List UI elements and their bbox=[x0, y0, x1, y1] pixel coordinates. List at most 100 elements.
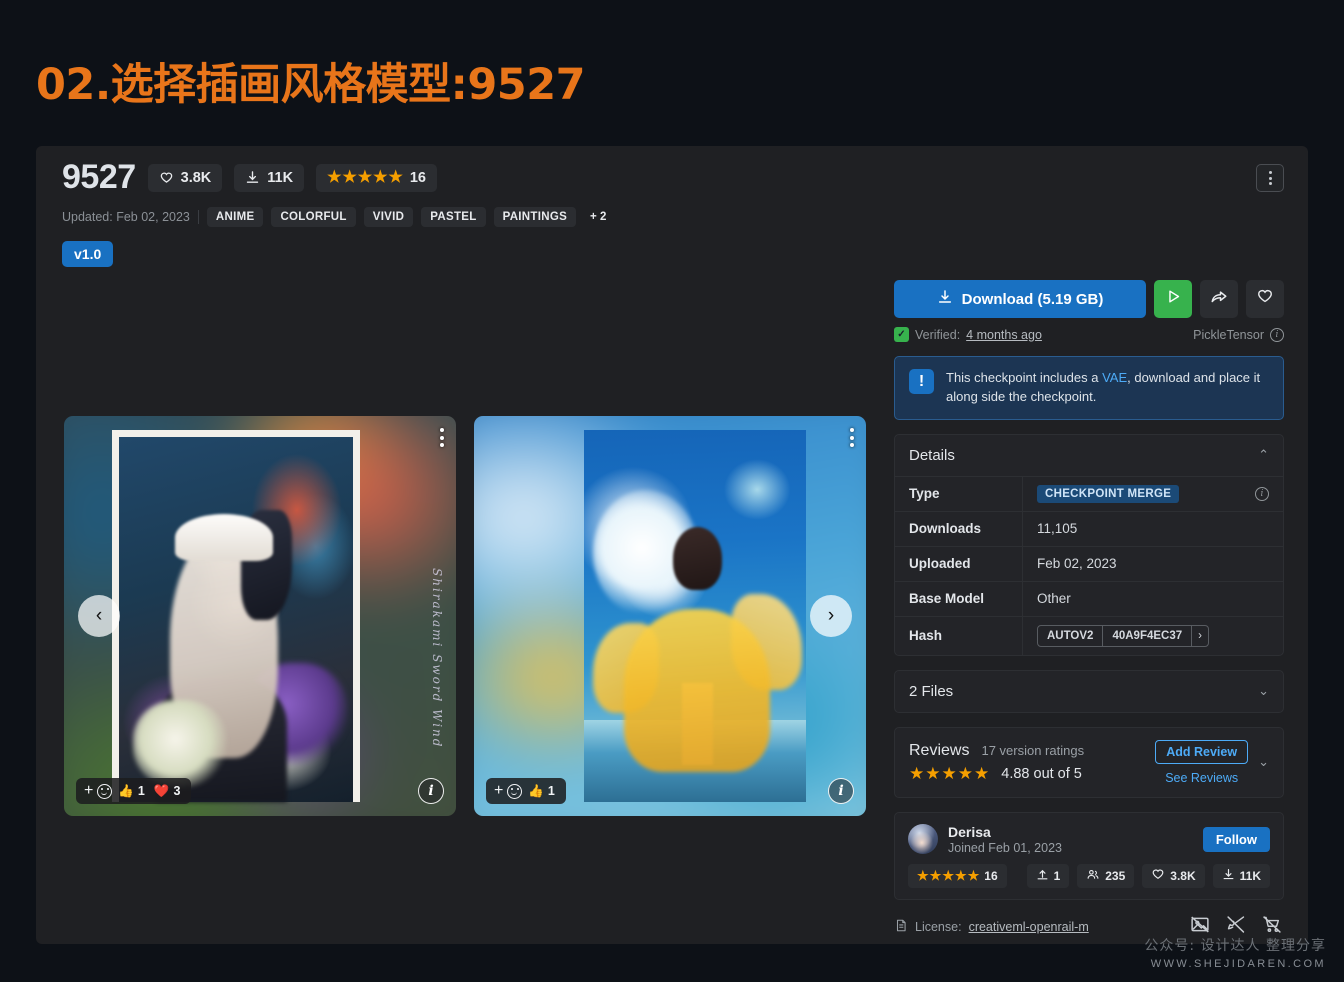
author-downloads-stat[interactable]: 11K bbox=[1212, 863, 1270, 888]
emoji-picker-icon[interactable] bbox=[97, 783, 113, 799]
reaction-heart[interactable]: ❤️ 3 bbox=[151, 784, 184, 799]
play-icon bbox=[1165, 288, 1182, 310]
details-row-type: Type CHECKPOINT MERGE i bbox=[895, 475, 1283, 511]
gallery-prev-button[interactable]: ‹ bbox=[78, 595, 120, 637]
type-badge[interactable]: CHECKPOINT MERGE bbox=[1037, 484, 1180, 503]
star-icon: ★ bbox=[974, 764, 990, 784]
kebab-dot bbox=[850, 428, 854, 432]
license-label: License: bbox=[915, 919, 962, 934]
vae-link[interactable]: VAE bbox=[1102, 370, 1127, 385]
reviews-score: 4.88 out of 5 bbox=[1001, 765, 1082, 782]
star-icon: ★ bbox=[942, 868, 954, 884]
chevron-down-icon: ⌄ bbox=[1258, 683, 1269, 699]
gallery-next-button[interactable]: › bbox=[810, 595, 852, 637]
image-gallery: Shirakami Sword Wind ‹ + 👍 1 ❤️ 3 i › + … bbox=[64, 416, 866, 816]
see-reviews-link[interactable]: See Reviews bbox=[1165, 771, 1238, 785]
gallery-image-1-options-button[interactable] bbox=[440, 428, 444, 447]
star-icon: ★ bbox=[941, 764, 957, 784]
rating-stat[interactable]: ★ ★ ★ ★ ★ 16 bbox=[316, 163, 437, 192]
gallery-image-2-options-button[interactable] bbox=[850, 428, 854, 447]
chevron-right-icon[interactable]: › bbox=[1192, 626, 1208, 646]
model-title: 9527 bbox=[62, 158, 136, 196]
details-panel-header[interactable]: Details ⌃ bbox=[895, 435, 1283, 476]
watermark: 公众号: 设计达人 整理分享 WWW.SHEJIDAREN.COM bbox=[1144, 935, 1326, 970]
reviews-actions: Add Review See Reviews bbox=[1155, 739, 1249, 785]
verified-time-link[interactable]: 4 months ago bbox=[966, 328, 1042, 342]
tag-colorful[interactable]: COLORFUL bbox=[271, 207, 356, 227]
gallery-image-2-reactions: + 👍 1 bbox=[486, 778, 566, 804]
star-icon: ★ bbox=[342, 168, 357, 186]
details-row-downloads: Downloads 11,105 bbox=[895, 510, 1283, 546]
version-badge-v1[interactable]: v1.0 bbox=[62, 241, 114, 267]
author-rating-count: 16 bbox=[984, 868, 998, 883]
author-rating-stat[interactable]: ★ ★ ★ ★ ★ 16 bbox=[908, 863, 1007, 888]
model-detail-card: 9527 3.8K 11K ★ ★ ★ ★ ★ 16 Updated: Feb … bbox=[36, 146, 1308, 944]
author-stats: ★ ★ ★ ★ ★ 16 1 235 3.8K 11K bbox=[908, 863, 1270, 888]
author-likes-stat[interactable]: 3.8K bbox=[1142, 863, 1205, 888]
rating-stars: ★ ★ ★ ★ ★ bbox=[327, 168, 403, 186]
hash-value: 40A9F4EC37 bbox=[1103, 625, 1193, 646]
author-followers-count: 235 bbox=[1105, 868, 1126, 883]
download-button[interactable]: Download (5.19 GB) bbox=[894, 280, 1146, 318]
add-review-button[interactable]: Add Review bbox=[1155, 739, 1249, 764]
info-icon[interactable]: i bbox=[1255, 486, 1269, 501]
reviews-title-row: Reviews 17 version ratings bbox=[909, 742, 1145, 760]
details-value-hash: AUTOV2 40A9F4EC37 › bbox=[1023, 617, 1283, 655]
tag-pastel[interactable]: PASTEL bbox=[421, 207, 486, 227]
reviews-rating-count: 17 version ratings bbox=[981, 743, 1085, 759]
thumbs-up-icon: 👍 bbox=[118, 783, 134, 798]
vae-alert: ! This checkpoint includes a VAE, downlo… bbox=[894, 356, 1284, 420]
details-value-base-model: Other bbox=[1037, 591, 1071, 607]
gallery-image-2-info-button[interactable]: i bbox=[828, 778, 854, 804]
gallery-image-1: Shirakami Sword Wind bbox=[64, 416, 456, 816]
run-model-button[interactable] bbox=[1154, 280, 1192, 318]
details-value-uploaded: Feb 02, 2023 bbox=[1037, 556, 1117, 572]
model-header-top: 9527 3.8K 11K ★ ★ ★ ★ ★ 16 bbox=[62, 158, 612, 197]
vae-alert-text: This checkpoint includes a VAE, download… bbox=[946, 369, 1269, 407]
alert-exclamation-icon: ! bbox=[909, 369, 934, 394]
hash-algo: AUTOV2 bbox=[1038, 625, 1104, 646]
author-uploads-stat[interactable]: 1 bbox=[1026, 863, 1070, 888]
model-header-subrow: Updated: Feb 02, 2023 ANIME COLORFUL VIV… bbox=[62, 207, 612, 227]
author-followers-stat[interactable]: 235 bbox=[1077, 863, 1135, 888]
license-link[interactable]: creativeml-openrail-m bbox=[969, 920, 1089, 934]
tag-vivid[interactable]: VIVID bbox=[363, 207, 414, 227]
author-name[interactable]: Derisa bbox=[948, 824, 1062, 840]
gallery-item-yellow-dress-sky-illustration[interactable]: › + 👍 1 i bbox=[474, 416, 866, 816]
tag-anime[interactable]: ANIME bbox=[206, 207, 264, 227]
gallery-image-2 bbox=[474, 416, 866, 816]
reaction-thumbs-up[interactable]: 👍 1 bbox=[115, 784, 148, 799]
download-button-label: Download (5.19 GB) bbox=[961, 290, 1104, 308]
watermark-line2: WWW.SHEJIDAREN.COM bbox=[1150, 958, 1326, 970]
reaction-thumbs-up[interactable]: 👍 1 bbox=[525, 784, 558, 799]
share-button[interactable] bbox=[1200, 280, 1238, 318]
follow-button[interactable]: Follow bbox=[1202, 826, 1270, 852]
files-heading: 2 Files bbox=[909, 682, 954, 700]
likes-stat[interactable]: 3.8K bbox=[147, 163, 223, 192]
model-options-button[interactable] bbox=[1256, 164, 1284, 192]
tag-paintings[interactable]: PAINTINGS bbox=[493, 207, 577, 227]
add-reaction-plus-icon[interactable]: + bbox=[84, 783, 94, 799]
download-icon bbox=[245, 170, 260, 185]
gallery-image-1-info-button[interactable]: i bbox=[418, 778, 444, 804]
hash-group[interactable]: AUTOV2 40A9F4EC37 › bbox=[1037, 624, 1209, 647]
add-reaction-plus-icon[interactable]: + bbox=[494, 783, 504, 799]
verified-label: Verified: bbox=[915, 327, 961, 342]
heart-icon: ❤️ bbox=[153, 783, 170, 798]
kebab-dot bbox=[440, 428, 444, 432]
details-label-downloads: Downloads bbox=[895, 511, 1023, 546]
vae-alert-text-before: This checkpoint includes a bbox=[946, 370, 1103, 385]
emoji-picker-icon[interactable] bbox=[507, 783, 523, 799]
tags-more-button[interactable]: + 2 bbox=[584, 207, 612, 227]
files-panel-header[interactable]: 2 Files ⌄ bbox=[895, 671, 1283, 712]
star-icon: ★ bbox=[373, 168, 388, 186]
star-icon: ★ bbox=[327, 168, 342, 186]
downloads-count: 11K bbox=[267, 169, 294, 186]
downloads-stat[interactable]: 11K bbox=[234, 163, 305, 192]
favorite-button[interactable] bbox=[1246, 280, 1284, 318]
gallery-item-maid-girl-illustration[interactable]: Shirakami Sword Wind ‹ + 👍 1 ❤️ 3 i bbox=[64, 416, 456, 816]
chevron-down-icon[interactable]: ⌄ bbox=[1258, 754, 1269, 770]
details-value-type: CHECKPOINT MERGE i bbox=[1023, 477, 1283, 511]
avatar[interactable] bbox=[908, 824, 938, 855]
info-icon[interactable]: i bbox=[1270, 327, 1284, 342]
